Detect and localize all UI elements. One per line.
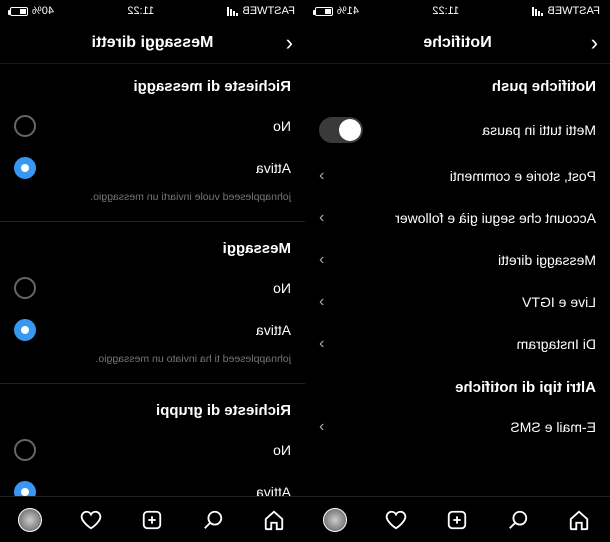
tab-bar [305, 496, 610, 542]
divider [0, 221, 305, 222]
row-label: Account che segui già e follower [324, 210, 596, 226]
section-push: Notifiche push [305, 64, 610, 105]
row-label: Live e IGTV [324, 294, 596, 310]
radio-off[interactable] [14, 115, 36, 137]
signal-icon [227, 7, 238, 16]
heart-icon[interactable] [80, 508, 104, 532]
content-scroll[interactable]: Notifiche push Metti tutti in pausa Post… [305, 64, 610, 542]
radio-row-attiva[interactable]: Attiva [0, 147, 305, 189]
status-bar: FASTWEB 11:22 40% [0, 0, 305, 22]
search-icon[interactable] [202, 508, 226, 532]
option-label: No [273, 280, 291, 296]
page-header: ‹ Messaggi diretti [0, 22, 305, 64]
signal-icon [532, 7, 543, 16]
radio-row-attiva[interactable]: Attiva [0, 309, 305, 351]
radio-on[interactable] [14, 157, 36, 179]
radio-on[interactable] [14, 319, 36, 341]
section-richieste-messaggi: Richieste di messaggi [0, 64, 305, 105]
profile-avatar[interactable] [324, 508, 348, 532]
option-label: Attiva [256, 322, 291, 338]
battery-pct: 40% [32, 5, 54, 17]
hint-text: johnappleseed ti ha inviato un messaggio… [0, 351, 305, 379]
hint-text: johnappleseed vuole inviarti un messaggi… [0, 189, 305, 217]
toggle-pause-all[interactable] [319, 117, 363, 143]
phone-messaggi-diretti: FASTWEB 11:22 40% ‹ Messaggi diretti Ric… [0, 0, 305, 542]
add-post-icon[interactable] [141, 508, 165, 532]
chevron-right-icon: › [319, 251, 324, 269]
chevron-right-icon: › [319, 209, 324, 227]
row-label: E-mail e SMS [324, 419, 596, 435]
row-pause-all[interactable]: Metti tutti in pausa [305, 105, 610, 155]
radio-row-no[interactable]: No [0, 105, 305, 147]
section-richieste-gruppi: Richieste di gruppi [0, 388, 305, 429]
row-messaggi-diretti[interactable]: Messaggi diretti › [305, 239, 610, 281]
battery-icon [10, 7, 28, 16]
battery-pct: 41% [337, 5, 359, 17]
carrier-label: FASTWEB [242, 5, 295, 17]
section-other: Altri tipi di notifiche [305, 365, 610, 406]
row-label: Di Instagram [324, 336, 596, 352]
add-post-icon[interactable] [446, 508, 470, 532]
row-post-storie[interactable]: Post, storie e commenti › [305, 155, 610, 197]
row-email-sms[interactable]: E-mail e SMS › [305, 406, 610, 448]
page-title: Messaggi diretti [0, 34, 305, 52]
radio-row-no[interactable]: No [0, 267, 305, 309]
row-live-igtv[interactable]: Live e IGTV › [305, 281, 610, 323]
section-messaggi: Messaggi [0, 226, 305, 267]
radio-off[interactable] [14, 277, 36, 299]
back-icon[interactable]: ‹ [286, 30, 293, 56]
radio-off[interactable] [14, 439, 36, 461]
radio-row-no[interactable]: No [0, 429, 305, 471]
profile-avatar[interactable] [19, 508, 43, 532]
status-bar: FASTWEB 11:22 41% [305, 0, 610, 22]
search-icon[interactable] [507, 508, 531, 532]
home-icon[interactable] [263, 508, 287, 532]
chevron-right-icon: › [319, 293, 324, 311]
back-icon[interactable]: ‹ [591, 30, 598, 56]
row-label: Metti tutti in pausa [363, 122, 596, 138]
carrier-label: FASTWEB [547, 5, 600, 17]
page-title: Notifiche [305, 34, 610, 52]
row-di-instagram[interactable]: Di Instagram › [305, 323, 610, 365]
option-label: No [273, 442, 291, 458]
page-header: ‹ Notifiche [305, 22, 610, 64]
content-scroll[interactable]: Richieste di messaggi No Attiva johnappl… [0, 64, 305, 542]
option-label: Attiva [256, 160, 291, 176]
option-label: No [273, 118, 291, 134]
divider [0, 383, 305, 384]
clock: 11:22 [432, 5, 459, 17]
chevron-right-icon: › [319, 167, 324, 185]
row-account-follower[interactable]: Account che segui già e follower › [305, 197, 610, 239]
tab-bar [0, 496, 305, 542]
phone-notifiche: FASTWEB 11:22 41% ‹ Notifiche Notifiche … [305, 0, 610, 542]
home-icon[interactable] [568, 508, 592, 532]
row-label: Messaggi diretti [324, 252, 596, 268]
battery-icon [315, 7, 333, 16]
clock: 11:22 [127, 5, 154, 17]
row-label: Post, storie e commenti [324, 168, 596, 184]
chevron-right-icon: › [319, 335, 324, 353]
chevron-right-icon: › [319, 418, 324, 436]
heart-icon[interactable] [385, 508, 409, 532]
